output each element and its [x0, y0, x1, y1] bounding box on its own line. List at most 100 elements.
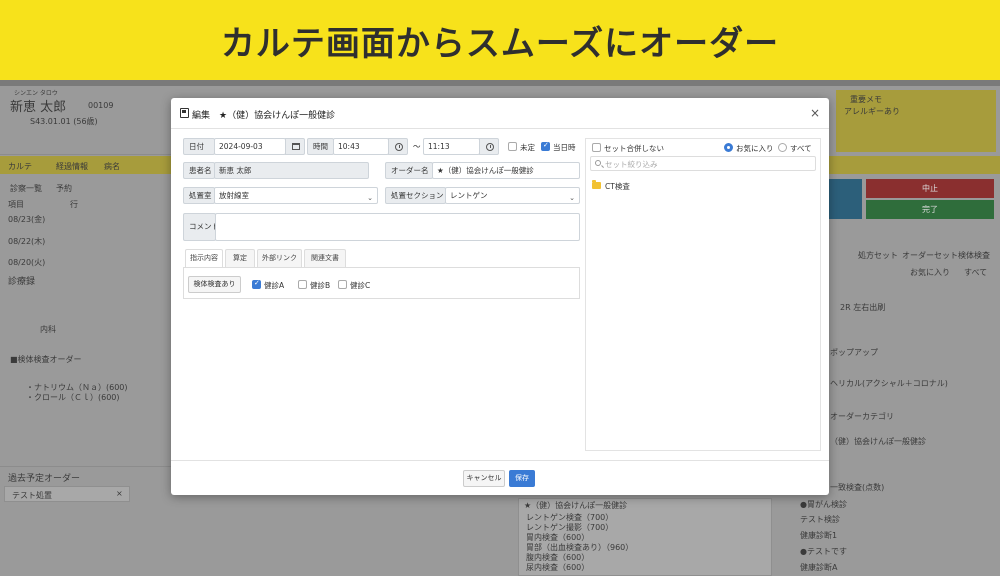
close-icon[interactable]: × — [810, 106, 820, 120]
search-icon — [595, 160, 601, 166]
tab-related-docs[interactable]: 関連文書 — [304, 249, 346, 267]
right-list-item[interactable]: 健康診断A — [800, 562, 837, 573]
banner-title: カルテ画面からスムーズにオーダー — [220, 24, 780, 64]
time-start-input[interactable]: 10:43 — [333, 138, 389, 155]
banner: カルテ画面からスムーズにオーダー — [0, 0, 1000, 80]
memo-title: 重要メモ — [850, 95, 882, 104]
order-set-pane: セット合併しない お気に入り すべて セット絞り込み CT検査 — [585, 138, 821, 451]
list-tab-reserve[interactable]: 予約 — [56, 183, 72, 194]
right-list-item[interactable]: オーダーカテゴリ — [830, 411, 894, 422]
stop-button[interactable]: 中止 — [866, 179, 994, 198]
clock-button[interactable] — [479, 138, 499, 155]
right-list-item[interactable]: 2R 左右出刷 — [840, 302, 885, 313]
check-b-label: 健診B — [310, 281, 331, 290]
chevron-down-icon: ⌄ — [569, 194, 575, 202]
modal-title: 編集 ★（健）協会けんぽ一般健診 — [192, 111, 336, 121]
order-list-item: 尿内検査（600） — [526, 563, 590, 572]
set-no-merge-checkbox[interactable] — [592, 143, 601, 152]
edit-order-modal: 編集 ★（健）協会けんぽ一般健診 × 日付 2024-09-03 時間 10:4… — [171, 98, 829, 495]
modal-header: 編集 ★（健）協会けんぽ一般健診 × — [171, 98, 829, 129]
list-row[interactable]: 08/23(金) — [8, 214, 45, 225]
right-list-item[interactable]: ●胃がん検診 — [800, 499, 847, 510]
list-tab-visits[interactable]: 診察一覧 — [10, 183, 42, 194]
right-tab[interactable]: 検体検査 — [958, 250, 990, 261]
favorite-label: お気に入り — [736, 144, 774, 153]
right-list-item[interactable]: ●テストです — [800, 546, 847, 557]
all-label: すべて — [790, 144, 812, 153]
section-select-value: レントゲン — [450, 191, 488, 200]
list-header-item: 項目 — [8, 200, 24, 209]
order-name-field[interactable]: ★（健）協会けんぽ一般健診 — [432, 162, 580, 179]
tab-history[interactable]: 経過情報 — [56, 161, 88, 172]
patient-id: 00109 — [88, 101, 114, 110]
tab-external-link[interactable]: 外部リンク — [257, 249, 302, 267]
right-list-item[interactable]: 一致検査(点数) — [830, 482, 884, 493]
time-separator: ～ — [413, 142, 421, 151]
patient-dob: S43.01.01 (56歳) — [30, 117, 98, 126]
complete-button[interactable]: 完了 — [866, 200, 994, 219]
record-dept: 内科 — [40, 325, 56, 334]
tab-instructions[interactable]: 指示内容 — [185, 249, 223, 267]
right-list-item[interactable]: （健）協会けんぽ一般健診 — [830, 436, 926, 447]
tab-disease[interactable]: 病名 — [104, 161, 120, 172]
action-button-blue[interactable] — [829, 179, 862, 219]
right-tab[interactable]: 処方セット — [858, 250, 898, 261]
set-no-merge-label: セット合併しない — [604, 144, 664, 153]
check-c-label: 健診C — [350, 281, 371, 290]
section-select[interactable]: レントゲン ⌄ — [445, 187, 580, 204]
scheduled-title: 過去予定オーダー — [8, 474, 81, 484]
calendar-button[interactable] — [285, 138, 305, 155]
chevron-down-icon: ⌄ — [367, 194, 373, 202]
right-list-item[interactable]: ヘリカル(アクシャル＋コロナル) — [830, 378, 948, 389]
undecided-checkbox[interactable] — [508, 142, 517, 151]
list-row[interactable]: 08/20(火) — [8, 257, 45, 268]
order-name-label: オーダー名 — [385, 162, 433, 179]
undecided-label: 未定 — [520, 143, 535, 152]
same-day-label: 当日時 — [553, 143, 576, 152]
folder-ct[interactable]: CT検査 — [605, 181, 630, 192]
tab-karte[interactable]: カルテ — [8, 161, 32, 172]
right-radio-all[interactable]: すべて — [964, 267, 987, 278]
tab-panel — [183, 267, 580, 299]
clock-button[interactable] — [388, 138, 408, 155]
specimen-exam-button[interactable]: 検体検査あり — [188, 276, 241, 293]
close-icon[interactable]: × — [116, 489, 123, 498]
clock-icon — [486, 143, 494, 151]
right-list-item[interactable]: テスト検診 — [800, 514, 840, 525]
date-label: 日付 — [183, 138, 215, 155]
right-radio-favorite[interactable]: お気に入り — [910, 267, 950, 278]
place-select[interactable]: 放射線室 ⌄ — [214, 187, 378, 204]
check-c-checkbox[interactable] — [338, 280, 347, 289]
right-list-item[interactable]: ポップアップ — [830, 347, 878, 358]
right-list-item[interactable]: 健康診断1 — [800, 530, 837, 541]
cancel-button[interactable]: キャンセル — [463, 470, 505, 487]
check-a-checkbox[interactable] — [252, 279, 261, 289]
patient-label: 患者名 — [183, 162, 215, 179]
list-row[interactable]: 08/22(木) — [8, 236, 45, 247]
favorite-radio[interactable] — [724, 143, 733, 152]
set-search-input[interactable]: セット絞り込み — [590, 156, 816, 171]
date-input[interactable]: 2024-09-03 — [214, 138, 286, 155]
calendar-icon — [292, 143, 300, 150]
memo-text: アレルギーあり — [844, 107, 900, 116]
comment-textarea[interactable] — [215, 213, 580, 241]
folder-icon — [592, 180, 601, 189]
record-line: ・クロール（Ｃｌ）(600) — [26, 393, 120, 402]
tab-calculation[interactable]: 算定 — [225, 249, 255, 267]
order-list-title: ★（健）協会けんぽ一般健診 — [524, 501, 628, 510]
right-tab-bar — [829, 156, 1000, 174]
save-button[interactable]: 保存 — [509, 470, 535, 487]
scheduled-item: テスト処置 — [12, 491, 52, 500]
list-header-line: 行 — [70, 200, 78, 209]
same-day-checkbox[interactable] — [541, 141, 550, 151]
check-b-checkbox[interactable] — [298, 280, 307, 289]
edit-icon — [180, 108, 189, 118]
all-radio[interactable] — [778, 143, 787, 152]
modal-footer: キャンセル 保存 — [171, 460, 829, 495]
place-select-value: 放射線室 — [219, 191, 249, 200]
patient-field: 新恵 太郎 — [214, 162, 369, 179]
record-line: ■検体検査オーダー — [10, 355, 82, 364]
right-tab[interactable]: オーダーセット — [902, 250, 958, 261]
time-end-input[interactable]: 11:13 — [423, 138, 480, 155]
record-title: 診療録 — [8, 277, 36, 287]
